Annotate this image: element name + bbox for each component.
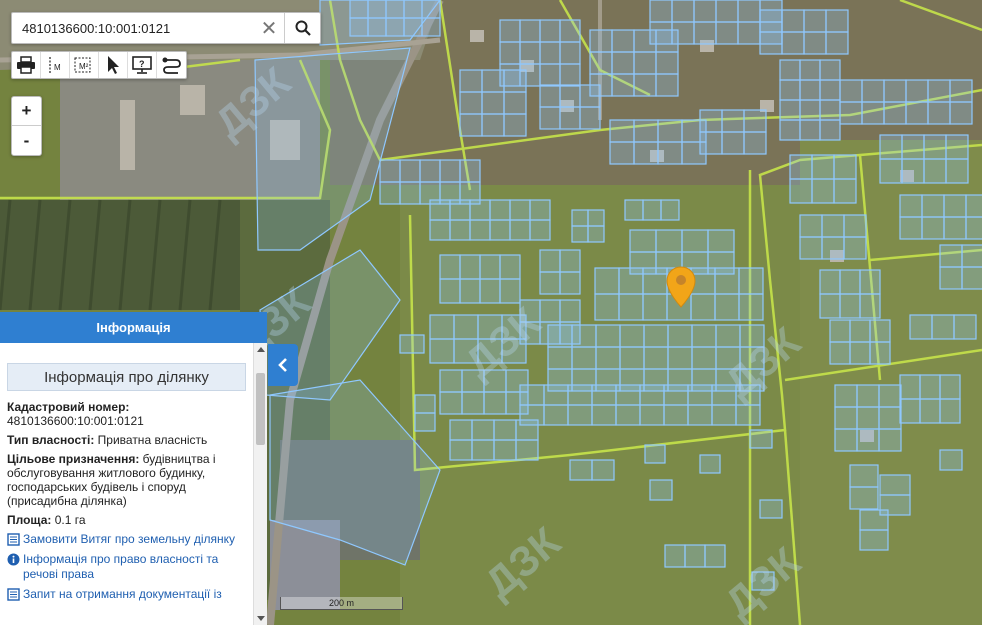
pointer-icon bbox=[108, 56, 119, 74]
svg-text:M²: M² bbox=[79, 62, 89, 71]
search-button[interactable] bbox=[284, 13, 320, 43]
map-toolbar: M M² ? bbox=[11, 51, 187, 79]
info-icon: ? bbox=[132, 56, 152, 74]
zoom-in-button[interactable]: + bbox=[12, 97, 41, 126]
watermark-text: ДЗК bbox=[716, 318, 810, 407]
area-value: 0.1 га bbox=[51, 513, 86, 527]
chevron-left-icon bbox=[278, 358, 287, 372]
panel-header: Інформація bbox=[0, 312, 267, 343]
measure-distance-button[interactable]: M bbox=[41, 52, 70, 78]
measure-area-button[interactable]: M² bbox=[70, 52, 99, 78]
ownership-info-link[interactable]: Інформація про право власності та речові… bbox=[7, 552, 246, 582]
print-button[interactable] bbox=[12, 52, 41, 78]
watermark-text: ДЗК bbox=[476, 518, 570, 607]
route-icon bbox=[162, 57, 181, 74]
ownership-row: Тип власності: Приватна власність bbox=[7, 433, 246, 447]
measure-area-icon: M² bbox=[74, 57, 91, 73]
zoom-control: + - bbox=[11, 96, 42, 156]
close-icon: ✕ bbox=[260, 17, 278, 40]
cadastral-number-row: Кадастровий номер: 4810136600:10:001:012… bbox=[7, 400, 246, 428]
document-icon bbox=[7, 588, 20, 601]
collapse-panel-button[interactable] bbox=[268, 344, 298, 386]
documentation-request-link[interactable]: Запит на отримання документації із bbox=[7, 587, 246, 602]
search-icon bbox=[295, 20, 311, 36]
watermark-text: ДЗК bbox=[206, 58, 300, 147]
purpose-label: Цільове призначення: bbox=[7, 452, 140, 466]
cadastral-label: Кадастровий номер: bbox=[7, 400, 130, 414]
panel-body: Інформація про ділянку Кадастровий номер… bbox=[0, 343, 253, 625]
ownership-label: Тип власності: bbox=[7, 433, 95, 447]
scroll-up-arrow-icon[interactable] bbox=[257, 347, 265, 352]
scroll-thumb[interactable] bbox=[256, 373, 265, 445]
watermark-text: ДЗК bbox=[456, 298, 550, 387]
print-icon bbox=[17, 56, 35, 74]
cadastral-value: 4810136600:10:001:0121 bbox=[7, 414, 144, 428]
order-extract-link[interactable]: Замовити Витяг про земельну ділянку bbox=[7, 532, 246, 547]
svg-text:?: ? bbox=[139, 59, 145, 69]
svg-text:M: M bbox=[54, 63, 61, 72]
pointer-button[interactable] bbox=[99, 52, 128, 78]
scroll-down-arrow-icon[interactable] bbox=[257, 616, 265, 621]
info-button[interactable]: ? bbox=[128, 52, 157, 78]
measure-distance-icon: M bbox=[49, 57, 61, 73]
document-icon bbox=[7, 533, 20, 546]
scale-bar: 200 m bbox=[280, 597, 403, 610]
clear-search-button[interactable]: ✕ bbox=[254, 13, 284, 43]
info-circle-icon bbox=[7, 553, 20, 566]
parcel-info-title: Інформація про ділянку bbox=[7, 363, 246, 391]
info-panel: Інформація Інформація про ділянку Кадаст… bbox=[0, 312, 267, 625]
panel-scrollbar[interactable] bbox=[253, 343, 267, 625]
ownership-value: Приватна власність bbox=[94, 433, 208, 447]
route-button[interactable] bbox=[157, 52, 186, 78]
area-row: Площа: 0.1 га bbox=[7, 513, 246, 527]
area-label: Площа: bbox=[7, 513, 52, 527]
search-bar: ✕ bbox=[11, 12, 321, 44]
purpose-row: Цільове призначення: будівництва і обслу… bbox=[7, 452, 246, 508]
watermark-text: ДЗК bbox=[716, 538, 810, 625]
search-input[interactable] bbox=[12, 13, 254, 43]
zoom-out-button[interactable]: - bbox=[12, 126, 41, 155]
